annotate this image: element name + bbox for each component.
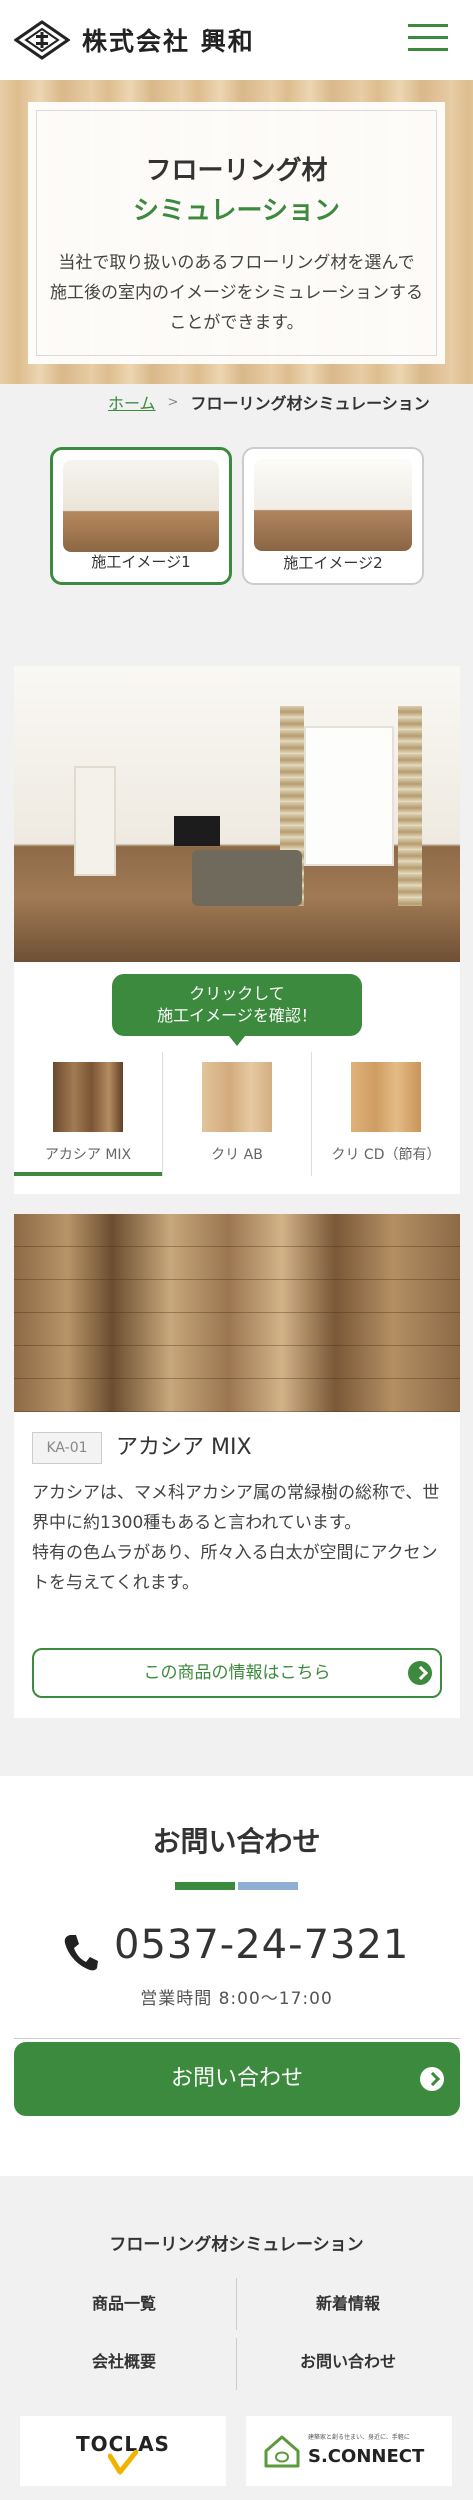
hero-title-line1: フローリング材	[145, 156, 328, 186]
product-info-button-label: この商品の情報はこちら	[143, 1663, 331, 1683]
hero-title-line2: シミュレーション	[133, 196, 340, 226]
site-footer: フローリング材シミュレーション 商品一覧 新着情報 会社概要 お問い合わせ TO…	[0, 2176, 473, 2500]
room-door	[74, 766, 116, 876]
click-hint-bubble: クリックして 施工イメージを確認！	[112, 974, 362, 1046]
contact-button-label: お問い合わせ	[170, 2066, 303, 2091]
product-code-badge: KA-01	[32, 1432, 102, 1464]
swatch-kuri-ab	[202, 1062, 272, 1132]
breadcrumb-current: フローリング材シミュレーション	[190, 394, 430, 413]
swatch-item-kuri-cd[interactable]: クリ CD（節有）	[312, 1052, 460, 1176]
footer-link-contact[interactable]: お問い合わせ	[248, 2348, 448, 2372]
hero-description: 当社で取り扱いのあるフローリング材を選んで 施工後の室内のイメージをシミュレーシ…	[50, 253, 423, 333]
toclas-check-icon	[108, 2450, 138, 2475]
footer-title: フローリング材シミュレーション	[109, 2235, 364, 2255]
site-logo[interactable]: 株式会社 興和	[14, 20, 255, 60]
kowa-logo-icon	[14, 20, 70, 60]
breadcrumb-separator: >	[167, 394, 179, 410]
scene-1-thumbnail	[63, 460, 219, 552]
contact-section: お問い合わせ 0537-24-7321 営業時間 8:00～17:00 お問い合…	[0, 1776, 473, 2176]
arrow-right-icon	[408, 1661, 432, 1685]
contact-title: お問い合わせ	[152, 1825, 321, 1858]
room-tv	[174, 816, 220, 846]
contact-phone-number[interactable]: 0537-24-7321	[114, 1922, 409, 1968]
scene-2-label: 施工イメージ2	[283, 554, 383, 572]
product-card: KA-01 アカシア MIX アカシアは、マメ科アカシア属の常緑樹の総称で、世界…	[14, 1214, 460, 1718]
product-info-button[interactable]: この商品の情報はこちら	[32, 1648, 442, 1698]
bubble-line1: クリックして	[189, 984, 285, 1003]
sconnect-banner[interactable]: 建築家と創る住まい、身近に、手軽に S.CONNECT	[246, 2416, 452, 2486]
swatch-acacia-mix	[53, 1062, 123, 1132]
hero-banner: フローリング材 シミュレーション 当社で取り扱いのあるフローリング材を選んで 施…	[0, 80, 473, 384]
room-sofa	[192, 850, 302, 906]
sconnect-tagline: 建築家と創る住まい、身近に、手軽に	[308, 2434, 410, 2441]
title-underline-green	[175, 1882, 235, 1890]
logo-text: 株式会社 興和	[82, 27, 255, 56]
scene-2-thumbnail	[254, 459, 412, 551]
material-switcher: クリックして 施工イメージを確認！ アカシア MIX クリ AB クリ CD（節…	[14, 962, 460, 1194]
phone-icon	[64, 1935, 98, 1971]
breadcrumb-home-link[interactable]: ホーム	[108, 390, 156, 414]
title-underline-blue	[238, 1882, 298, 1890]
scene-tab-2[interactable]: 施工イメージ2	[242, 447, 424, 585]
room-curtain-right	[398, 706, 422, 906]
arrow-right-icon	[420, 2067, 444, 2091]
room-preview-image	[14, 666, 460, 962]
swatch-label: クリ CD（節有）	[331, 1147, 441, 1163]
footer-divider	[236, 2338, 237, 2390]
toclas-banner[interactable]: TOCLAS	[20, 2416, 226, 2486]
swatch-item-kuri-ab[interactable]: クリ AB	[163, 1052, 311, 1176]
sconnect-logo-text: S.CONNECT	[308, 2446, 425, 2467]
product-description: アカシアは、マメ科アカシア属の常緑樹の総称で、世界中に約1300種もあると言われ…	[32, 1478, 444, 1598]
hero-card: フローリング材 シミュレーション 当社で取り扱いのあるフローリング材を選んで 施…	[28, 102, 445, 364]
swatch-item-acacia-mix[interactable]: アカシア MIX	[14, 1052, 162, 1176]
swatch-label: クリ AB	[211, 1147, 263, 1163]
business-hours: 営業時間 8:00～17:00	[140, 1989, 333, 2009]
sconnect-house-icon	[264, 2435, 300, 2468]
swatch-kuri-cd	[351, 1062, 421, 1132]
bubble-line2: 施工イメージを確認！	[157, 1006, 317, 1025]
contact-button[interactable]: お問い合わせ	[14, 2042, 460, 2116]
footer-link-products[interactable]: 商品一覧	[24, 2290, 224, 2314]
footer-divider	[236, 2278, 237, 2330]
product-description-line1: アカシアは、マメ科アカシア属の常緑樹の総称で、世界中に約1300種もあると言われ…	[32, 1483, 440, 1533]
product-description-line2: 特有の色ムラがあり、所々入る白太が空間にアクセントを与えてくれます。	[32, 1543, 438, 1593]
breadcrumb: ホーム > フローリング材シミュレーション	[108, 390, 430, 414]
scene-tab-1[interactable]: 施工イメージ1	[50, 447, 232, 585]
site-header: 株式会社 興和	[0, 0, 473, 80]
swatch-label: アカシア MIX	[44, 1147, 132, 1163]
room-window	[304, 726, 394, 866]
footer-link-news[interactable]: 新着情報	[248, 2290, 448, 2314]
footer-link-company[interactable]: 会社概要	[24, 2348, 224, 2372]
hamburger-menu-icon[interactable]	[408, 22, 448, 54]
product-flooring-image	[14, 1214, 460, 1412]
contact-divider	[14, 2038, 460, 2039]
scene-1-label: 施工イメージ1	[91, 553, 191, 571]
product-name: アカシア MIX	[116, 1435, 252, 1460]
